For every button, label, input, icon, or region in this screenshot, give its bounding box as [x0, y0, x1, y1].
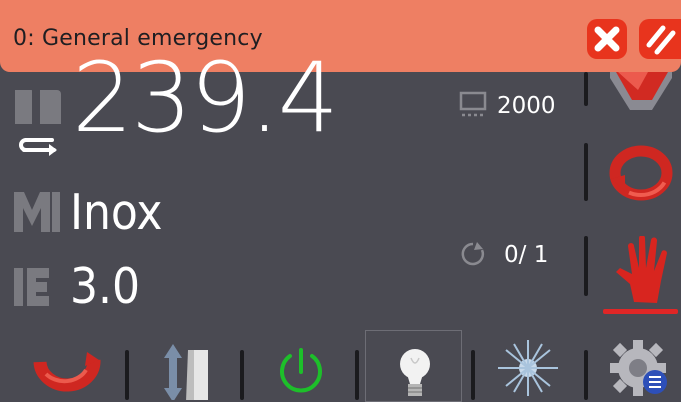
manual-hand-button[interactable] — [612, 236, 672, 304]
close-icon — [594, 26, 620, 52]
settings-gear-icon — [610, 340, 667, 396]
cycle-counter-value: 0/ 1 — [504, 242, 549, 268]
separator — [584, 143, 588, 201]
laser-icon — [498, 340, 558, 396]
separator — [471, 350, 475, 400]
mode-icon — [610, 72, 672, 110]
material-m-icon — [12, 188, 62, 236]
power-button[interactable] — [276, 346, 326, 400]
panel-icon — [459, 90, 489, 120]
power-icon — [280, 348, 322, 393]
material-name: Inox — [70, 184, 163, 241]
undo-arc-icon — [33, 352, 101, 392]
separator — [125, 350, 129, 400]
repeat-cycle-icon — [609, 145, 673, 201]
main-position-value: 239.4 — [72, 42, 339, 154]
separator — [355, 350, 359, 400]
lamp-icon — [395, 346, 435, 400]
separator — [584, 236, 588, 296]
thickness-e-icon — [12, 262, 62, 310]
mode-button[interactable] — [604, 72, 681, 114]
alarm-reset-button[interactable] — [639, 19, 681, 59]
settings-button[interactable] — [608, 336, 672, 400]
reset-slash-icon — [646, 25, 676, 55]
separator — [584, 72, 588, 106]
panel-value: 2000 — [497, 93, 556, 119]
undo-button[interactable] — [32, 340, 102, 400]
separator — [584, 350, 588, 400]
cycle-counter-icon — [459, 240, 487, 268]
manual-hand-icon — [616, 236, 667, 303]
separator — [240, 350, 244, 400]
repeat-cycle-button[interactable] — [607, 145, 675, 203]
laser-button[interactable] — [496, 338, 560, 396]
alarm-close-button[interactable] — [587, 19, 627, 59]
thickness-value: 3.0 — [70, 258, 141, 315]
active-indicator — [603, 309, 678, 314]
bend-direction-icon — [164, 344, 208, 400]
tool-length-icon — [12, 82, 64, 162]
bend-direction-button[interactable] — [158, 338, 214, 400]
